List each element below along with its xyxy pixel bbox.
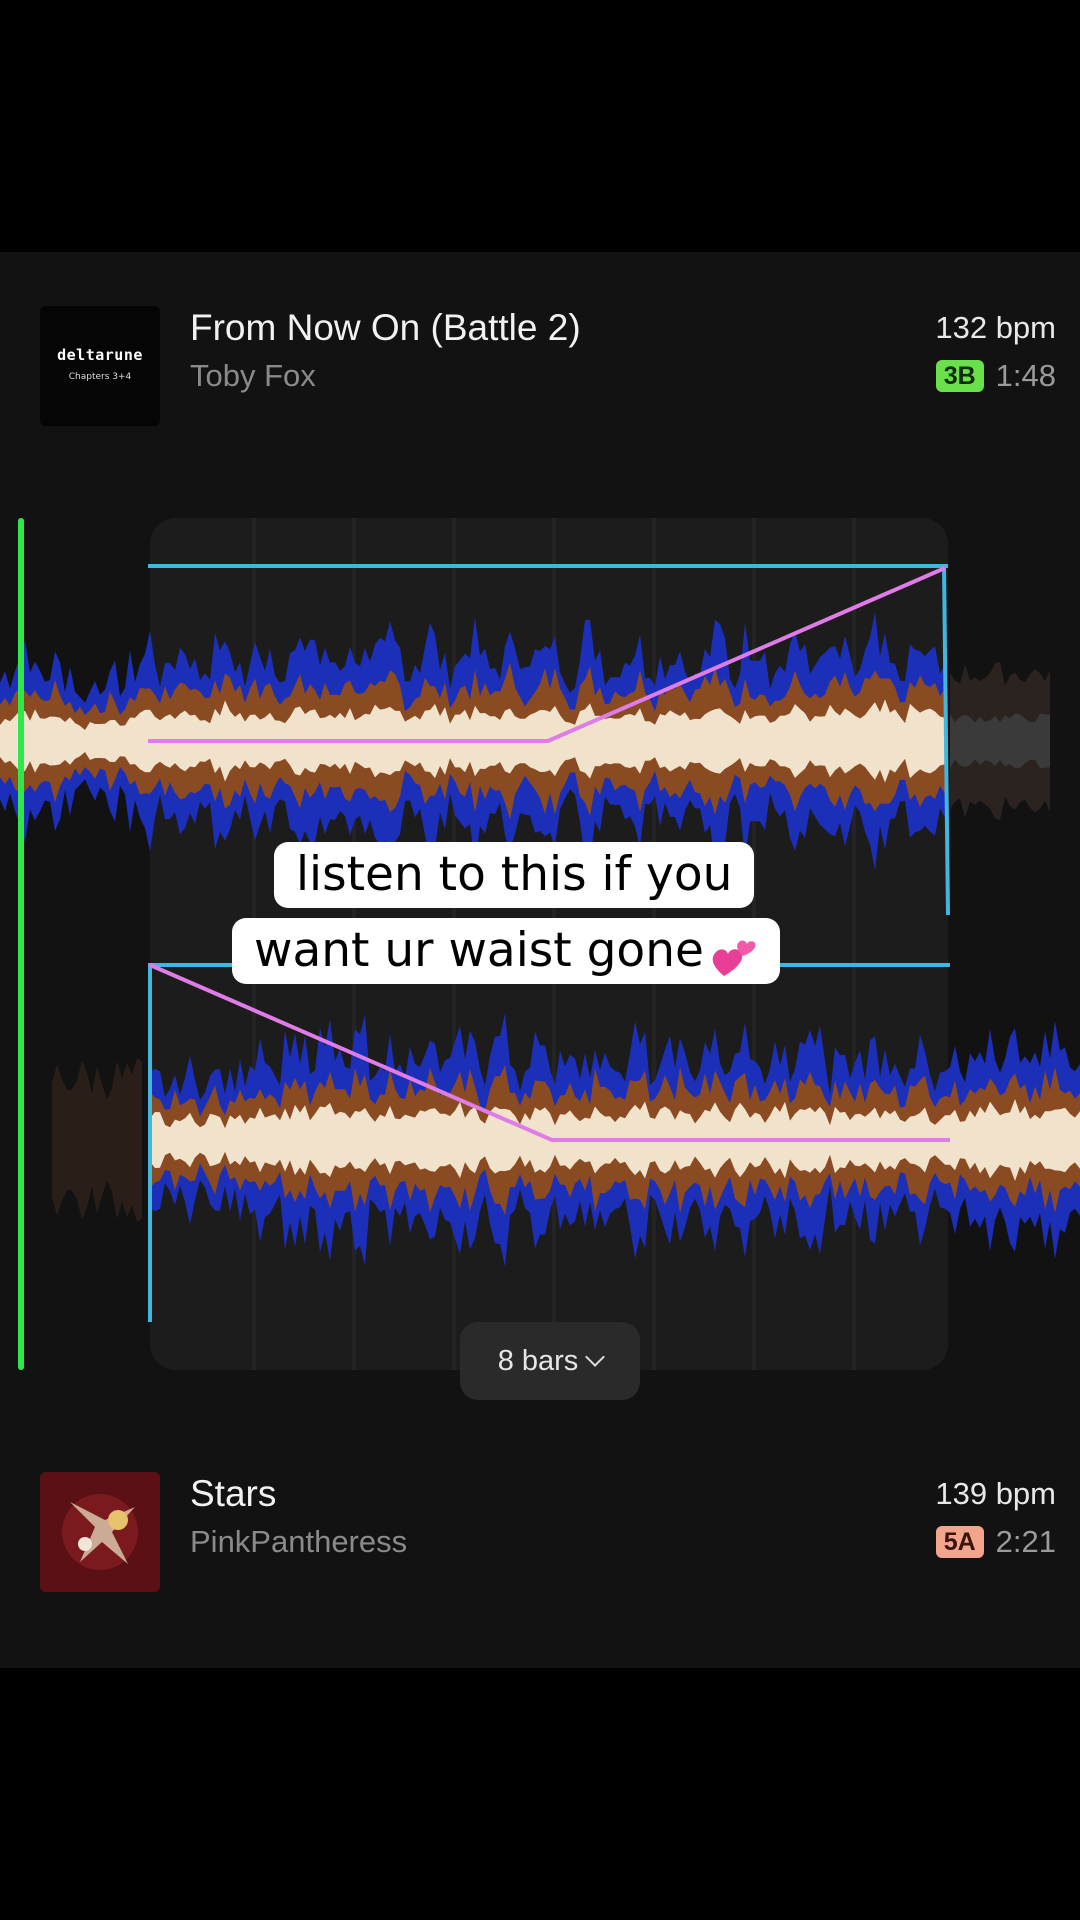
caption-text-2: want ur waist gone <box>254 923 704 978</box>
playhead[interactable] <box>18 518 24 1370</box>
caption-line-1: listen to this if you <box>274 842 755 908</box>
track-info: From Now On (Battle 2) Toby Fox <box>190 306 581 396</box>
album-art-subtitle: Chapters 3+4 <box>68 372 132 382</box>
track-bpm: 139 bpm <box>935 1476 1056 1511</box>
track-title: From Now On (Battle 2) <box>190 307 581 348</box>
waveform-preroll <box>52 1057 142 1223</box>
two-hearts-icon <box>710 932 758 976</box>
album-art-deltarune: deltarune Chapters 3+4 <box>40 306 160 426</box>
caption-text-1: listen to this if you <box>296 847 733 902</box>
chevron-down-icon <box>585 1347 606 1367</box>
track-row-incoming[interactable]: Stars PinkPantheress 139 bpm 5A 2:21 <box>0 1472 1080 1592</box>
track-meta: 132 bpm 3B 1:48 <box>935 306 1056 396</box>
album-art-stars <box>40 1472 160 1592</box>
track-info: Stars PinkPantheress <box>190 1472 407 1562</box>
key-badge: 3B <box>935 360 984 392</box>
track-duration: 1:48 <box>995 358 1056 393</box>
bars-length-selector[interactable]: 8 bars <box>460 1322 640 1400</box>
track-row-outgoing[interactable]: deltarune Chapters 3+4 From Now On (Batt… <box>0 306 1080 426</box>
track-artist: Toby Fox <box>190 358 316 393</box>
track-artist: PinkPantheress <box>190 1524 408 1559</box>
track-title: Stars <box>190 1473 277 1514</box>
bars-length-label: 8 bars <box>497 1344 579 1377</box>
caption-line-2: want ur waist gone <box>232 918 780 984</box>
key-badge: 5A <box>935 1526 984 1558</box>
beat-line <box>852 518 856 1370</box>
track-bpm: 132 bpm <box>935 310 1056 345</box>
album-art-logo: deltarune <box>57 346 143 364</box>
track-duration: 2:21 <box>995 1524 1056 1559</box>
track-meta: 139 bpm 5A 2:21 <box>935 1472 1056 1562</box>
